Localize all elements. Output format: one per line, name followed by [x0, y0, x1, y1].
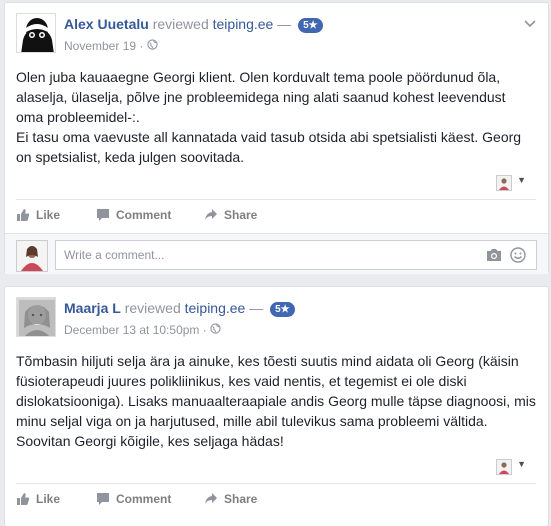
review-action-text: reviewed: [152, 16, 209, 32]
comment-label: Comment: [116, 208, 172, 222]
review-header: Alex Uuetalu reviewed teiping.ee — 5★ No…: [16, 13, 536, 57]
author-name[interactable]: Alex Uuetalu: [64, 16, 149, 32]
review-date[interactable]: November 19: [64, 39, 136, 53]
thumbs-up-icon: [17, 209, 30, 221]
like-button[interactable]: Like: [16, 485, 60, 513]
share-button[interactable]: Share: [204, 485, 257, 513]
share-label: Share: [224, 492, 258, 506]
like-label: Like: [36, 492, 61, 506]
commenter-avatar[interactable]: [16, 240, 48, 272]
comment-icon: [97, 493, 109, 505]
caret-down-icon[interactable]: ▼: [517, 175, 526, 185]
review-paragraph: Olen juba kauaaegne Georgi klient. Olen …: [16, 69, 506, 125]
review-title: Alex Uuetalu reviewed teiping.ee — 5★: [64, 16, 323, 33]
author-avatar[interactable]: [16, 13, 56, 53]
rating-badge: 5★: [298, 18, 323, 33]
share-icon: [205, 209, 217, 220]
review-meta: December 13 at 10:50pm ·: [64, 323, 221, 337]
actor-avatar[interactable]: [496, 175, 512, 191]
like-label: Like: [36, 208, 61, 222]
separator: —: [249, 300, 264, 316]
meta-dot: ·: [202, 323, 207, 337]
review-card: Maarja L reviewed teiping.ee — 5★ Decemb…: [4, 286, 549, 526]
separator: —: [277, 16, 292, 32]
rating-badge: 5★: [270, 302, 295, 317]
chevron-down-icon[interactable]: [524, 15, 536, 31]
share-label: Share: [224, 208, 258, 222]
review-card: Alex Uuetalu reviewed teiping.ee — 5★ No…: [4, 2, 549, 274]
comment-button[interactable]: Comment: [96, 485, 171, 513]
review-action-text: reviewed: [124, 300, 181, 316]
comment-input[interactable]: [62, 247, 466, 263]
review-text: Tõmbasin hiljuti selja ära ja ainuke, ke…: [16, 351, 536, 451]
review-meta: November 19 ·: [64, 39, 158, 53]
comment-label: Comment: [116, 492, 172, 506]
review-paragraph: Tõmbasin hiljuti selja ära ja ainuke, ke…: [16, 353, 536, 449]
review-title: Maarja L reviewed teiping.ee — 5★: [64, 300, 295, 317]
globe-icon: [210, 323, 221, 337]
comment-field[interactable]: [55, 240, 537, 270]
comment-button[interactable]: Comment: [96, 201, 171, 229]
author-name[interactable]: Maarja L: [64, 300, 121, 316]
share-icon: [205, 493, 217, 504]
action-bar: Like Comment Share: [16, 485, 536, 513]
actor-avatar[interactable]: [496, 459, 512, 475]
author-avatar[interactable]: [16, 297, 56, 337]
review-date[interactable]: December 13 at 10:50pm: [64, 323, 199, 337]
globe-icon: [147, 39, 158, 53]
page-link[interactable]: teiping.ee: [213, 16, 274, 32]
post-as-row: ▼: [16, 459, 536, 484]
comment-composer: [5, 233, 548, 274]
action-bar: Like Comment Share: [16, 201, 536, 229]
comment-icon: [97, 209, 109, 221]
smiley-icon[interactable]: [510, 247, 526, 266]
post-as-row: ▼: [16, 175, 536, 200]
share-button[interactable]: Share: [204, 201, 257, 229]
camera-icon[interactable]: [486, 248, 502, 265]
like-button[interactable]: Like: [16, 201, 60, 229]
thumbs-up-icon: [17, 493, 30, 505]
caret-down-icon[interactable]: ▼: [517, 459, 526, 469]
review-header: Maarja L reviewed teiping.ee — 5★ Decemb…: [16, 297, 536, 341]
review-text: Olen juba kauaaegne Georgi klient. Olen …: [16, 67, 536, 167]
meta-dot: ·: [139, 39, 144, 53]
page-link[interactable]: teiping.ee: [185, 300, 246, 316]
review-paragraph: Ei tasu oma vaevuste all kannatada vaid …: [16, 129, 522, 165]
